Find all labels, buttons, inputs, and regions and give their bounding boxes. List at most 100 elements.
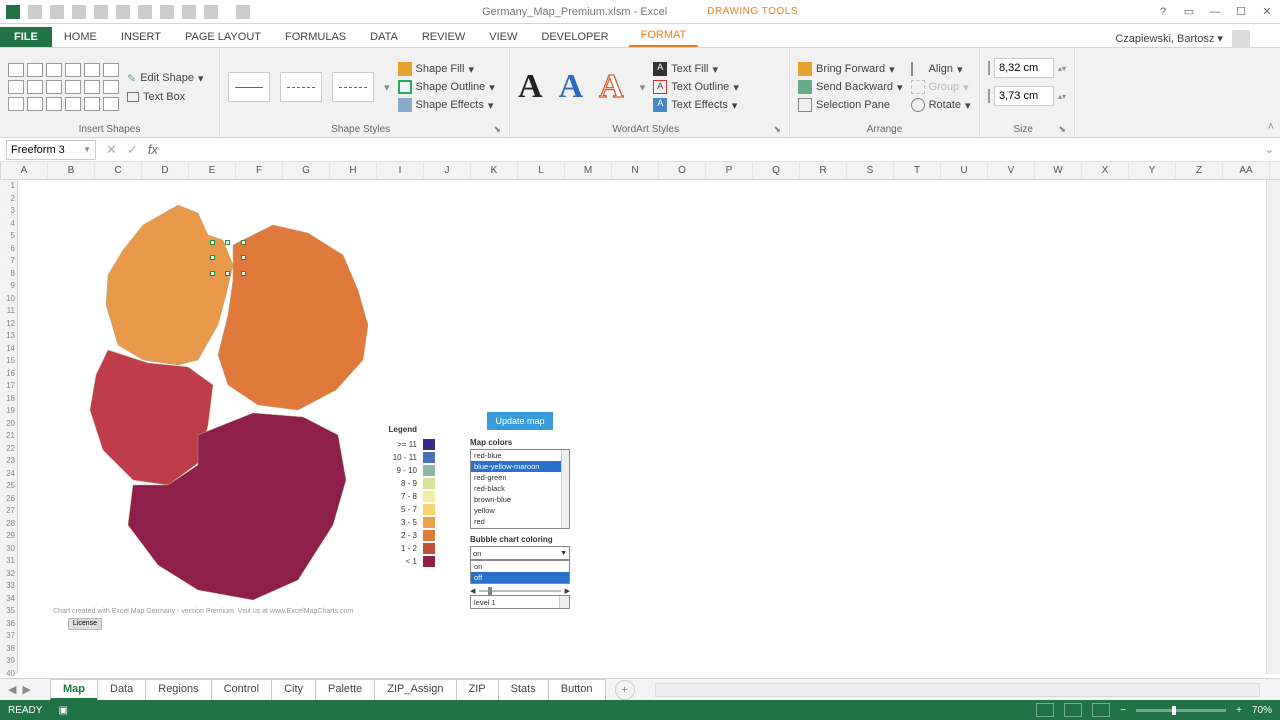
tab-formulas[interactable]: FORMULAS — [273, 27, 358, 47]
open-icon[interactable] — [72, 5, 86, 19]
row-header[interactable]: 6 — [0, 243, 17, 256]
row-header[interactable]: 38 — [0, 643, 17, 656]
column-header[interactable]: J — [424, 162, 471, 179]
row-header[interactable]: 30 — [0, 543, 17, 556]
row-header[interactable]: 31 — [0, 555, 17, 568]
column-header[interactable]: V — [988, 162, 1035, 179]
column-header[interactable]: E — [189, 162, 236, 179]
column-header[interactable]: W — [1035, 162, 1082, 179]
undo-icon[interactable] — [236, 5, 250, 19]
align-menu[interactable]: Align ▾ — [911, 62, 971, 76]
name-box[interactable]: Freeform 3▼ — [6, 140, 96, 160]
row-header[interactable]: 34 — [0, 593, 17, 606]
column-header[interactable]: H — [330, 162, 377, 179]
row-header[interactable]: 24 — [0, 468, 17, 481]
row-header[interactable]: 13 — [0, 330, 17, 343]
column-header[interactable]: R — [800, 162, 847, 179]
camera-icon[interactable] — [94, 5, 108, 19]
save-icon[interactable] — [28, 5, 42, 19]
text-outline-menu[interactable]: AText Outline ▾ — [653, 80, 739, 94]
row-header[interactable]: 33 — [0, 580, 17, 593]
row-header[interactable]: 1 — [0, 180, 17, 193]
row-header[interactable]: 19 — [0, 405, 17, 418]
column-header[interactable]: U — [941, 162, 988, 179]
column-header[interactable]: B — [48, 162, 95, 179]
print-icon[interactable] — [116, 5, 130, 19]
row-header[interactable]: 25 — [0, 480, 17, 493]
column-header[interactable]: A — [1, 162, 48, 179]
column-header[interactable]: O — [659, 162, 706, 179]
map-colors-listbox[interactable]: red-blueblue-yellow-maroonred-greenred-b… — [470, 449, 570, 529]
sheet-tab-stats[interactable]: Stats — [498, 679, 549, 700]
row-header[interactable]: 39 — [0, 655, 17, 668]
column-header[interactable]: M — [565, 162, 612, 179]
page-layout-view-button[interactable] — [1064, 703, 1082, 717]
edit-shape-menu[interactable]: ✎Edit Shape ▾ — [127, 72, 204, 85]
shape-fill-menu[interactable]: Shape Fill ▾ — [398, 62, 495, 76]
row-header[interactable]: 7 — [0, 255, 17, 268]
minimize-icon[interactable]: — — [1208, 5, 1222, 19]
bubble-size-spinbox[interactable]: level 1 — [470, 595, 570, 609]
formula-input[interactable] — [174, 140, 1259, 160]
row-header[interactable]: 26 — [0, 493, 17, 506]
tab-review[interactable]: REVIEW — [410, 27, 477, 47]
tab-page-layout[interactable]: PAGE LAYOUT — [173, 27, 273, 47]
dialog-launcher-icon[interactable]: ⬊ — [1058, 124, 1066, 135]
expand-formula-bar-icon[interactable]: ⌄ — [1259, 143, 1280, 156]
dialog-launcher-icon[interactable]: ⬊ — [493, 124, 501, 135]
column-header[interactable]: AB — [1270, 162, 1280, 179]
row-header[interactable]: 21 — [0, 430, 17, 443]
sheet-tab-zip[interactable]: ZIP — [456, 679, 499, 700]
tab-home[interactable]: HOME — [52, 27, 109, 47]
row-header[interactable]: 14 — [0, 343, 17, 356]
row-header[interactable]: 11 — [0, 305, 17, 318]
vertical-scrollbar[interactable] — [1266, 180, 1280, 674]
map-region-west[interactable] — [90, 350, 213, 485]
column-header[interactable]: P — [706, 162, 753, 179]
horizontal-scrollbar[interactable] — [655, 683, 1260, 697]
column-header[interactable]: Q — [753, 162, 800, 179]
row-header[interactable]: 17 — [0, 380, 17, 393]
cancel-formula-icon[interactable]: ✕ — [106, 142, 117, 158]
column-header[interactable]: F — [236, 162, 283, 179]
row-header[interactable]: 20 — [0, 418, 17, 431]
column-header[interactable]: C — [95, 162, 142, 179]
dialog-launcher-icon[interactable]: ⬊ — [773, 124, 781, 135]
shapes-gallery[interactable] — [8, 63, 119, 111]
zoom-level[interactable]: 70% — [1252, 705, 1272, 716]
row-header[interactable]: 29 — [0, 530, 17, 543]
sheet-nav[interactable]: ◀▶ — [0, 683, 50, 696]
sheet-tab-city[interactable]: City — [271, 679, 316, 700]
row-header[interactable]: 23 — [0, 455, 17, 468]
row-header[interactable]: 27 — [0, 505, 17, 518]
column-header[interactable]: S — [847, 162, 894, 179]
row-header[interactable]: 2 — [0, 193, 17, 206]
row-header[interactable]: 5 — [0, 230, 17, 243]
tab-developer[interactable]: DEVELOPER — [529, 27, 620, 47]
row-header[interactable]: 16 — [0, 368, 17, 381]
row-header[interactable]: 3 — [0, 205, 17, 218]
sheet-tab-button[interactable]: Button — [548, 679, 606, 700]
row-header[interactable]: 35 — [0, 605, 17, 618]
bring-forward-button[interactable]: Bring Forward ▾ — [798, 62, 903, 76]
column-header[interactable]: K — [471, 162, 518, 179]
listbox-item[interactable]: red-green — [471, 472, 569, 483]
sheet-tab-palette[interactable]: Palette — [315, 679, 375, 700]
column-header[interactable]: Z — [1176, 162, 1223, 179]
map-region-northwest[interactable] — [106, 205, 233, 365]
row-header[interactable]: 36 — [0, 618, 17, 631]
column-header[interactable]: I — [377, 162, 424, 179]
listbox-item[interactable]: red-black — [471, 483, 569, 494]
sheet-tab-data[interactable]: Data — [97, 679, 146, 700]
row-header[interactable]: 15 — [0, 355, 17, 368]
column-header[interactable]: N — [612, 162, 659, 179]
enter-formula-icon[interactable]: ✓ — [127, 142, 138, 158]
height-input[interactable] — [994, 58, 1054, 78]
worksheet-grid[interactable]: 1234567891011121314151617181920212223242… — [0, 180, 1280, 674]
row-header[interactable]: 22 — [0, 443, 17, 456]
column-header[interactable]: AA — [1223, 162, 1270, 179]
tab-insert[interactable]: INSERT — [109, 27, 173, 47]
selection-pane-button[interactable]: Selection Pane — [798, 98, 903, 112]
zoom-in-button[interactable]: + — [1236, 705, 1242, 716]
shape-style-gallery[interactable]: ▾ — [228, 72, 390, 102]
